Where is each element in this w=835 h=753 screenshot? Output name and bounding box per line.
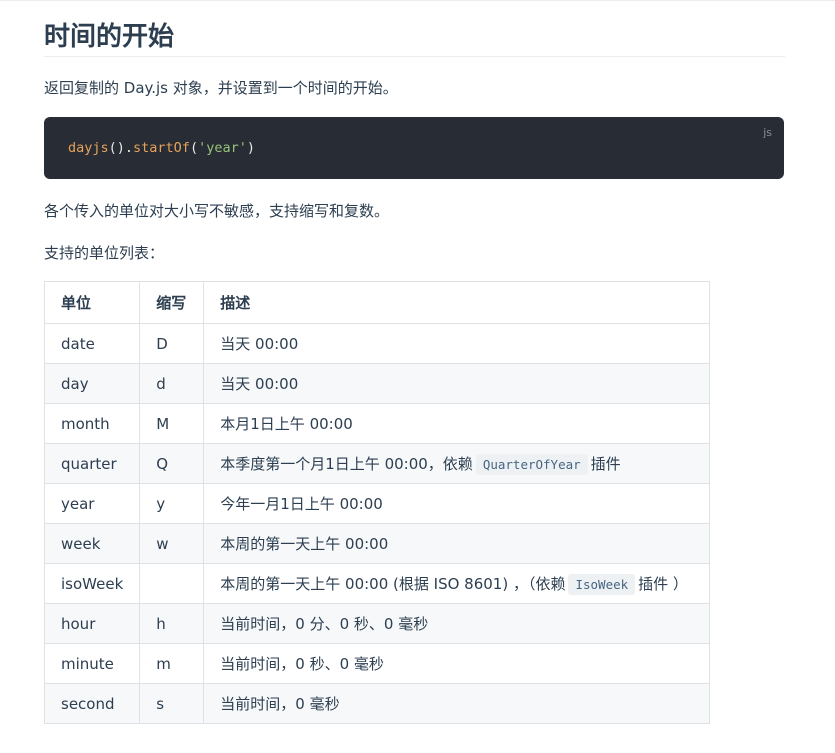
cell-unit: hour <box>43 603 141 644</box>
header-desc: 描述 <box>203 281 711 324</box>
cell-abbr: h <box>139 603 205 644</box>
cell-unit: day <box>43 363 141 404</box>
intro-paragraph: 返回复制的 Day.js 对象，并设置到一个时间的开始。 <box>44 79 398 97</box>
inline-code-plugin: IsoWeek <box>568 574 636 595</box>
cell-desc: 本周的第一天上午 00:00 (根据 ISO 8601) ，（依赖 IsoWeek… <box>203 563 711 604</box>
code-token: dayjs <box>68 140 109 156</box>
cell-unit: minute <box>43 643 141 684</box>
inline-code-plugin: QuarterOfYear <box>475 454 588 475</box>
cell-abbr: D <box>139 323 205 364</box>
cell-desc: 本季度第一个月1日上午 00:00，依赖 QuarterOfYear 插件 <box>203 443 711 484</box>
code-token: startOf <box>133 140 190 156</box>
cell-desc: 当前时间，0 毫秒 <box>203 683 711 724</box>
cell-abbr: M <box>139 403 205 444</box>
table-row: day d 当天 00:00 <box>43 363 711 404</box>
code-language-label: js <box>763 126 772 139</box>
cell-abbr: d <box>139 363 205 404</box>
cell-desc: 本月1日上午 00:00 <box>203 403 711 444</box>
cell-abbr: y <box>139 483 205 524</box>
cell-unit: year <box>43 483 141 524</box>
table-row: quarter Q 本季度第一个月1日上午 00:00，依赖 QuarterOfY… <box>43 443 711 484</box>
cell-abbr: s <box>139 683 205 724</box>
code-line: dayjs().startOf('year') <box>68 138 255 158</box>
unit-list-caption: 支持的单位列表： <box>44 244 165 262</box>
table-row: hour h 当前时间，0 分、0 秒、0 毫秒 <box>43 603 711 644</box>
units-table: 单位 缩写 描述 date D 当天 00:00 day d 当天 00:00 … <box>43 281 711 724</box>
header-abbr: 缩写 <box>139 281 205 324</box>
cell-unit: quarter <box>43 443 141 484</box>
desc-text: 本季度第一个月1日上午 00:00，依赖 <box>220 455 473 473</box>
cell-desc: 当前时间，0 秒、0 毫秒 <box>203 643 711 684</box>
cell-desc: 当天 00:00 <box>203 323 711 364</box>
cell-abbr: w <box>139 523 205 564</box>
top-divider <box>0 0 835 1</box>
table-row: week w 本周的第一天上午 00:00 <box>43 523 711 564</box>
cell-unit: second <box>43 683 141 724</box>
code-block: js dayjs().startOf('year') <box>44 117 784 179</box>
header-unit: 单位 <box>43 281 141 324</box>
cell-desc: 当前时间，0 分、0 秒、0 毫秒 <box>203 603 711 644</box>
desc-text: 插件 <box>590 455 621 473</box>
page-title: 时间的开始 <box>44 19 785 57</box>
table-row: second s 当前时间，0 毫秒 <box>43 683 711 724</box>
cell-abbr: Q <box>139 443 205 484</box>
cell-desc: 当天 00:00 <box>203 363 711 404</box>
cell-unit: month <box>43 403 141 444</box>
table-row: date D 当天 00:00 <box>43 323 711 364</box>
cell-unit: isoWeek <box>43 563 141 604</box>
cell-abbr: m <box>139 643 205 684</box>
table-row: month M 本月1日上午 00:00 <box>43 403 711 444</box>
desc-text: 插件 ） <box>638 575 688 593</box>
desc-text: 本周的第一天上午 00:00 (根据 ISO 8601) ，（依赖 <box>220 575 566 593</box>
cell-unit: date <box>43 323 141 364</box>
cell-desc: 本周的第一天上午 00:00 <box>203 523 711 564</box>
cell-desc: 今年一月1日上午 00:00 <box>203 483 711 524</box>
table-row: year y 今年一月1日上午 00:00 <box>43 483 711 524</box>
code-token: ) <box>246 140 255 156</box>
table-header-row: 单位 缩写 描述 <box>43 281 711 324</box>
code-token: 'year' <box>198 140 247 156</box>
cell-unit: week <box>43 523 141 564</box>
case-note-paragraph: 各个传入的单位对大小写不敏感，支持缩写和复数。 <box>44 202 390 220</box>
table-row: isoWeek 本周的第一天上午 00:00 (根据 ISO 8601) ，（依… <box>43 563 711 604</box>
table-row: minute m 当前时间，0 秒、0 毫秒 <box>43 643 711 684</box>
code-token: (). <box>108 140 134 156</box>
cell-abbr <box>139 563 205 604</box>
code-token: ( <box>189 140 199 156</box>
